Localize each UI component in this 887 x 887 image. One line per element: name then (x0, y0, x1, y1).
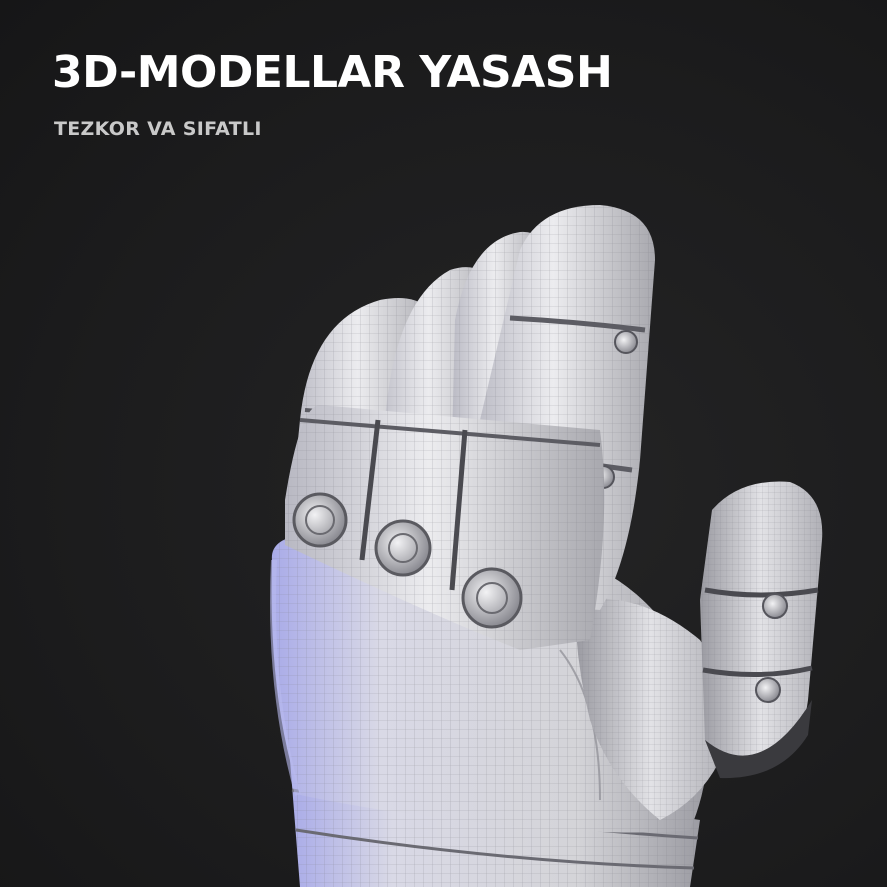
headline: 3D-MODELLAR YASASH (52, 47, 613, 98)
banner: 3D-MODELLAR YASASH TEZKOR VA SIFATLI (0, 0, 887, 887)
thumb (700, 481, 823, 779)
knuckle-joint (374, 519, 432, 577)
knuckle-joint (461, 567, 523, 629)
knuckle-joint (292, 492, 348, 548)
subheadline: TEZKOR VA SIFATLI (54, 118, 262, 140)
